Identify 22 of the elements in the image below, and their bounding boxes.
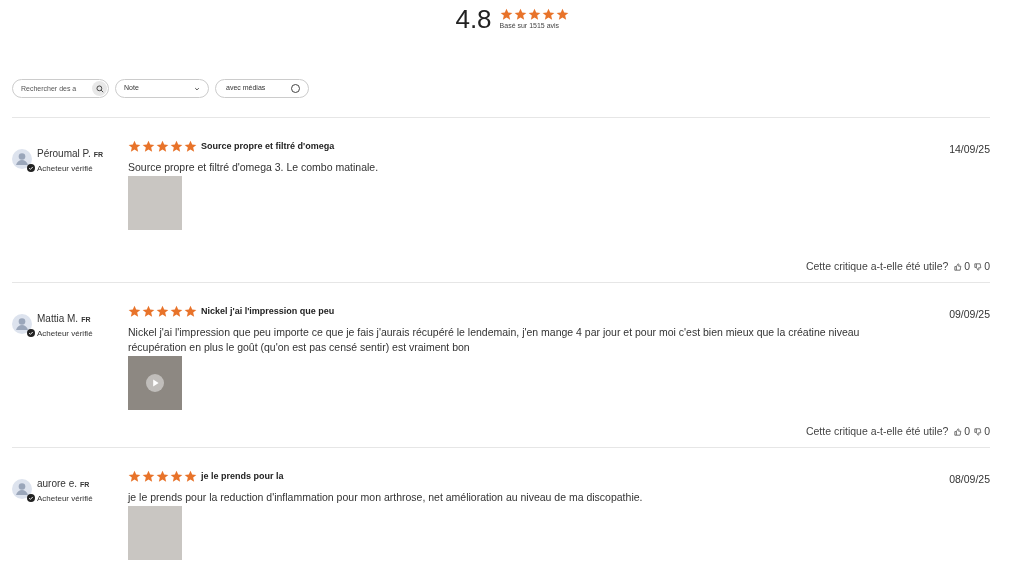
- thumbs-down-button[interactable]: 0: [974, 259, 990, 275]
- verified-label: Acheteur vérifié: [37, 328, 93, 340]
- thumbs-down-button[interactable]: 0: [974, 424, 990, 440]
- reviewer-name: Péroumal P.: [37, 147, 91, 161]
- verified-label: Acheteur vérifié: [37, 163, 94, 175]
- helpful-question: Cette critique a-t-elle été utile?: [805, 259, 949, 275]
- reviewer-name: Mattia M.: [37, 312, 79, 326]
- review-title: je le prends pour la: [201, 470, 284, 483]
- review-date: 09/09/25: [949, 307, 990, 322]
- review-text: Source propre et filtré d'omega 3. Le combo matinale.: [128, 159, 380, 175]
- helpful-question: Cette critique a-t-elle été utile?: [805, 424, 949, 440]
- thumbs-up-button[interactable]: 0: [954, 424, 971, 440]
- review-date: 14/09/25: [949, 142, 990, 157]
- thumbs-up-button[interactable]: 0: [954, 259, 971, 275]
- average-score: 4.8: [455, 3, 492, 36]
- verified-label: Acheteur vérifié: [37, 493, 93, 505]
- review-text: je le prends pour la reduction d'inflammation pour mon arthrose, net amélioration au niveau de ma discopathie.: [128, 489, 644, 505]
- reviewer-name: aurore e.: [37, 477, 78, 491]
- review-date: 08/09/25: [949, 472, 990, 487]
- review-text: Nickel j'ai l'impression que peu importe ce que je fais j'aurais récupéré le lendemain, j'en mange 4 par jour et pour moi c'est bien mieux que la créatine niveau récupération en plus le goût (qu'on est pas censé sentir) est vraiment bon: [128, 324, 861, 355]
- review-title: Nickel j'ai l'impression que peu: [201, 305, 335, 318]
- review-title: Source propre et filtré d'omega: [201, 140, 335, 153]
